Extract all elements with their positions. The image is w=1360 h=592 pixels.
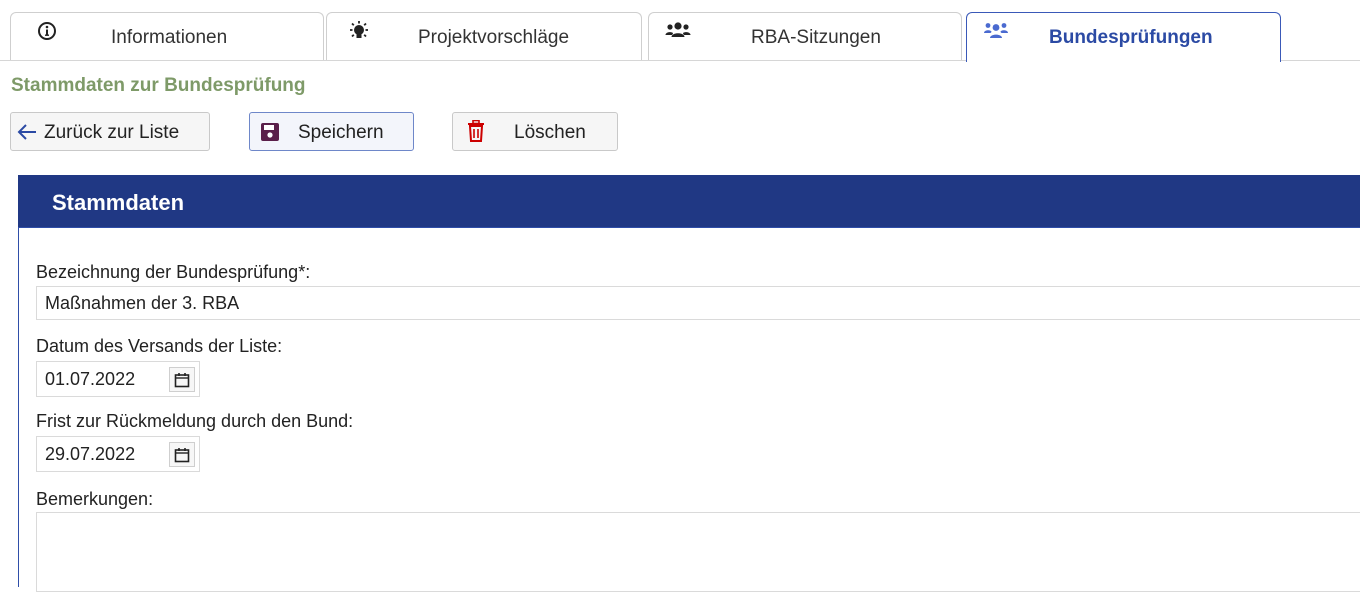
delete-button[interactable]: Löschen <box>452 112 618 151</box>
frist-date-value: 29.07.2022 <box>45 444 136 464</box>
back-button-label: Zurück zur Liste <box>44 122 180 143</box>
page-title: Stammdaten zur Bundesprüfung <box>11 75 306 96</box>
frist-date-field[interactable]: 29.07.2022 <box>36 436 200 472</box>
tab-informationen[interactable]: Informationen <box>10 12 324 61</box>
tab-bar: Informationen Projektvorschläge RBA-Sitz… <box>0 0 1360 62</box>
versand-date-field[interactable]: 01.07.2022 <box>36 361 200 397</box>
floppy-disk-icon <box>260 122 280 142</box>
arrow-left-icon <box>17 123 37 141</box>
versand-date-label: Datum des Versands der Liste: <box>36 336 283 356</box>
bemerkungen-textarea[interactable] <box>36 512 1360 592</box>
users-icon <box>665 21 691 43</box>
bemerkungen-label: Bemerkungen: <box>36 489 154 509</box>
calendar-icon[interactable] <box>169 367 195 392</box>
panel-header: Stammdaten <box>18 175 1360 227</box>
save-button-label: Speichern <box>298 122 384 143</box>
tab-label: Projektvorschläge <box>418 27 570 48</box>
delete-button-label: Löschen <box>514 122 586 143</box>
tab-label: Bundesprüfungen <box>1049 27 1213 48</box>
info-circle-icon <box>37 21 59 43</box>
users-group-icon <box>983 21 1008 43</box>
trash-icon <box>467 120 485 142</box>
versand-date-value: 01.07.2022 <box>45 369 136 389</box>
tab-projektvorschlaege[interactable]: Projektvorschläge <box>326 12 642 61</box>
lightbulb-icon <box>347 21 369 43</box>
tab-bundespruefungen[interactable]: Bundesprüfungen <box>966 12 1281 62</box>
save-button[interactable]: Speichern <box>249 112 414 151</box>
tab-label: Informationen <box>111 27 228 48</box>
frist-date-label: Frist zur Rückmeldung durch den Bund: <box>36 411 354 431</box>
tab-label: RBA-Sitzungen <box>751 27 881 48</box>
bezeichnung-input[interactable]: Maßnahmen der 3. RBA <box>36 286 1360 320</box>
tab-rba-sitzungen[interactable]: RBA-Sitzungen <box>648 12 962 61</box>
back-to-list-button[interactable]: Zurück zur Liste <box>10 112 210 151</box>
calendar-icon[interactable] <box>169 442 195 467</box>
bezeichnung-label: Bezeichnung der Bundesprüfung*: <box>36 262 311 282</box>
